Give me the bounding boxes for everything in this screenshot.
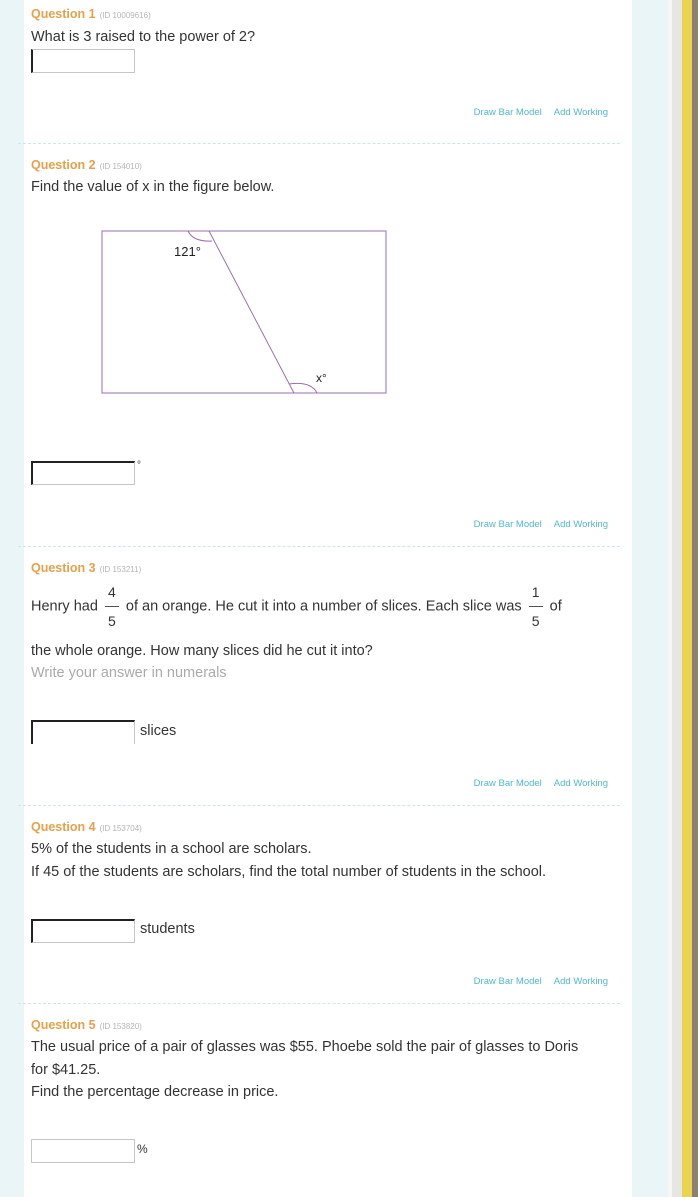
question-4-text-line2: If 45 of the students are scholars, find… <box>31 864 547 880</box>
text-segment: Henry had <box>31 598 98 615</box>
fraction-four-fifths: 45 <box>104 584 119 629</box>
denominator: 5 <box>108 613 116 629</box>
side-panel-border <box>692 0 698 1197</box>
angle-label-121: 121° <box>174 244 201 259</box>
question-3-hint: Write your answer in numerals <box>31 665 227 681</box>
question-5-answer-input[interactable] <box>31 1139 135 1163</box>
question-1-text: What is 3 raised to the power of 2? <box>31 29 256 45</box>
question-title: Question 3 <box>31 561 96 575</box>
question-divider <box>18 1003 620 1004</box>
draw-bar-model-link[interactable]: Draw Bar Model <box>474 778 542 789</box>
question-5-text-line3: Find the percentage decrease in price. <box>31 1084 279 1100</box>
figure-rectangle <box>101 230 387 394</box>
question-4-answer-input[interactable] <box>31 919 135 943</box>
question-id: (ID 153820) <box>99 1022 142 1031</box>
question-title: Question 5 <box>31 1018 96 1032</box>
question-1-actions: Draw Bar Model Add Working <box>462 107 608 118</box>
question-3-text-line2: the whole orange. How many slices did he… <box>31 643 373 659</box>
numerator: 4 <box>108 584 116 600</box>
add-working-link[interactable]: Add Working <box>554 778 608 789</box>
question-3-title: Question 3 (ID 153211) <box>31 561 141 575</box>
question-5-text-line1: The usual price of a pair of glasses was… <box>31 1039 579 1055</box>
question-1-answer-input[interactable] <box>31 49 135 73</box>
question-divider <box>18 805 620 806</box>
question-5-text-line2: for $41.25. <box>31 1062 101 1078</box>
question-5-title: Question 5 (ID 153820) <box>31 1018 142 1032</box>
text-segment: of <box>549 598 562 615</box>
scrollbar-track[interactable] <box>672 0 682 1197</box>
numerator: 1 <box>531 584 540 600</box>
figure-transversal <box>208 230 295 394</box>
question-2-answer-input[interactable] <box>31 461 135 485</box>
add-working-link[interactable]: Add Working <box>554 519 608 530</box>
percent-unit: % <box>137 1142 148 1156</box>
fraction-one-fifth: 15 <box>528 584 543 629</box>
question-title: Question 1 <box>31 7 96 21</box>
question-id: (ID 153704) <box>99 824 142 833</box>
question-2-title: Question 2 (ID 154010) <box>31 158 142 172</box>
students-unit: students <box>140 921 195 937</box>
question-4-title: Question 4 (ID 153704) <box>31 820 142 834</box>
question-title: Question 4 <box>31 820 96 834</box>
question-divider <box>18 143 620 144</box>
denominator: 5 <box>531 613 540 629</box>
draw-bar-model-link[interactable]: Draw Bar Model <box>474 519 542 530</box>
draw-bar-model-link[interactable]: Draw Bar Model <box>474 107 542 118</box>
question-2-text: Find the value of x in the figure below. <box>31 179 275 195</box>
add-working-link[interactable]: Add Working <box>554 107 608 118</box>
question-4-text-line1: 5% of the students in a school are schol… <box>31 841 312 857</box>
question-3-text-line1: Henry had 4 5 of an orange. He cut it into … <box>31 585 562 628</box>
angle-arc-top <box>187 230 213 242</box>
add-working-link[interactable]: Add Working <box>554 976 608 987</box>
question-2-actions: Draw Bar Model Add Working <box>462 519 608 530</box>
question-4-actions: Draw Bar Model Add Working <box>462 976 608 987</box>
draw-bar-model-link[interactable]: Draw Bar Model <box>474 976 542 987</box>
side-panel-edge <box>682 0 692 1197</box>
question-id: (ID 154010) <box>99 162 142 171</box>
question-1-title: Question 1 (ID 10009616) <box>31 7 151 21</box>
text-segment: of an orange. He cut it into a number of… <box>125 598 522 615</box>
question-id: (ID 153211) <box>99 565 142 574</box>
question-divider <box>18 546 620 547</box>
question-id: (ID 10009616) <box>99 11 151 20</box>
question-title: Question 2 <box>31 158 96 172</box>
degree-unit: ° <box>137 460 141 471</box>
question-3-actions: Draw Bar Model Add Working <box>462 778 608 789</box>
question-3-answer-input[interactable] <box>31 720 135 744</box>
angle-label-x: x° <box>316 371 327 385</box>
angle-figure: 121° x° <box>101 230 389 401</box>
slices-unit: slices <box>140 723 177 739</box>
